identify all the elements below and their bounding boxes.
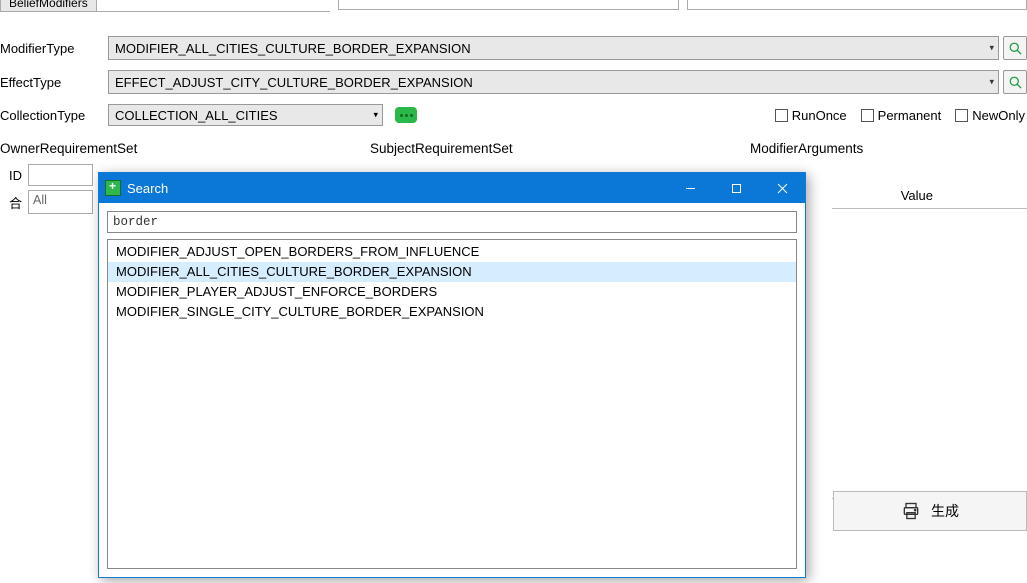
window-maximize-button[interactable]	[713, 173, 759, 203]
label-id: ID	[0, 168, 28, 183]
search-results-list[interactable]: MODIFIER_ADJUST_OPEN_BORDERS_FROM_INFLUE…	[107, 239, 797, 569]
chevron-down-icon: ▾	[373, 110, 378, 121]
top-blank-1	[338, 0, 679, 10]
search-result-item[interactable]: MODIFIER_PLAYER_ADJUST_ENFORCE_BORDERS	[108, 282, 796, 302]
search-dialog-title: Search	[127, 181, 168, 196]
window-minimize-button[interactable]	[667, 173, 713, 203]
search-query-input[interactable]	[107, 211, 797, 233]
checkbox-newonly-label: NewOnly	[972, 108, 1025, 123]
section-owner-requirement-set: OwnerRequirementSet	[0, 141, 370, 156]
divider	[832, 208, 1027, 538]
combo-modifier-type[interactable]: MODIFIER_ALL_CITIES_CULTURE_BORDER_EXPAN…	[108, 36, 999, 60]
checkbox-permanent-label: Permanent	[878, 108, 942, 123]
filter-input[interactable]: All	[28, 190, 93, 214]
search-effect-type-button[interactable]	[1003, 70, 1027, 94]
label-effect-type: EffectType	[0, 75, 108, 90]
app-icon	[105, 180, 121, 196]
generate-button[interactable]: 生成	[833, 491, 1027, 531]
tab-belief-modifiers[interactable]: BeliefModifiers	[0, 0, 97, 11]
label-modifier-type: ModifierType	[0, 41, 108, 56]
checkbox-permanent[interactable]: Permanent	[861, 108, 942, 123]
combo-collection-type-value: COLLECTION_ALL_CITIES	[115, 108, 278, 123]
section-subject-requirement-set: SubjectRequirementSet	[370, 141, 750, 156]
top-blank-2	[687, 0, 1027, 10]
search-result-item[interactable]: MODIFIER_ALL_CITIES_CULTURE_BORDER_EXPAN…	[108, 262, 796, 282]
speech-bubble-icon[interactable]	[395, 107, 417, 123]
chevron-down-icon: ▾	[989, 77, 994, 88]
combo-effect-type[interactable]: EFFECT_ADJUST_CITY_CULTURE_BORDER_EXPANS…	[108, 70, 999, 94]
label-filter: 合	[0, 193, 28, 212]
column-header-value: Value	[901, 188, 933, 203]
checkbox-runonce[interactable]: RunOnce	[775, 108, 847, 123]
maximize-icon	[731, 183, 742, 194]
input-id[interactable]	[28, 164, 93, 186]
magnifier-icon	[1008, 75, 1023, 90]
magnifier-icon	[1008, 41, 1023, 56]
chevron-down-icon: ▾	[989, 43, 994, 54]
checkbox-newonly[interactable]: NewOnly	[955, 108, 1025, 123]
label-collection-type: CollectionType	[0, 108, 108, 123]
window-close-button[interactable]	[759, 173, 805, 203]
printer-icon	[901, 501, 921, 521]
combo-modifier-type-value: MODIFIER_ALL_CITIES_CULTURE_BORDER_EXPAN…	[115, 41, 471, 56]
search-result-item[interactable]: MODIFIER_ADJUST_OPEN_BORDERS_FROM_INFLUE…	[108, 242, 796, 262]
close-icon	[777, 183, 788, 194]
generate-button-label: 生成	[931, 501, 959, 521]
section-modifier-arguments: ModifierArguments	[750, 141, 1027, 156]
combo-collection-type[interactable]: COLLECTION_ALL_CITIES ▾	[108, 104, 383, 126]
search-dialog-titlebar[interactable]: Search	[99, 173, 805, 203]
combo-effect-type-value: EFFECT_ADJUST_CITY_CULTURE_BORDER_EXPANS…	[115, 75, 473, 90]
search-dialog: Search MODIFIER_ADJUST_OPEN_BORDERS_FROM…	[98, 172, 806, 578]
checkbox-runonce-label: RunOnce	[792, 108, 847, 123]
search-modifier-type-button[interactable]	[1003, 36, 1027, 60]
top-row: BeliefModifiers	[0, 0, 1027, 12]
minimize-icon	[685, 183, 696, 194]
search-result-item[interactable]: MODIFIER_SINGLE_CITY_CULTURE_BORDER_EXPA…	[108, 302, 796, 322]
